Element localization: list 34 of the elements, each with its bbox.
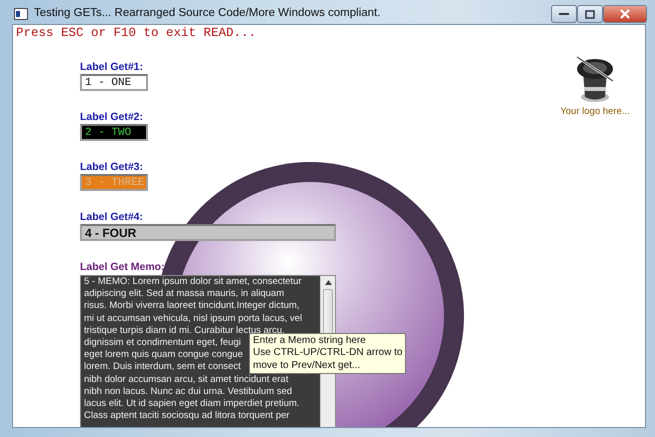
memo-line: eget lorem quis quam congue congue [84, 349, 243, 362]
tooltip-line: Use CTRL-UP/CTRL-DN arrow to [253, 347, 402, 360]
close-icon [620, 9, 630, 19]
memo-line: tristique turpis diam id mi. Curabitur lectus arcu, [84, 324, 285, 336]
minimize-button[interactable] [551, 5, 577, 23]
input-field[interactable]: 2 - TWO [80, 124, 148, 141]
field-label: Label Get#2: [80, 111, 144, 123]
field-label: Label Get Memo: [80, 261, 166, 273]
memo-line: risus. Morbi viverra laoreet tincidunt.Integer dictum, [84, 300, 300, 313]
window-title: Testing GETs... Rearranged Source Code/More Windows compliant. [34, 6, 380, 22]
status-message: Press ESC or F10 to exit READ... [15, 25, 258, 41]
scroll-up-icon[interactable] [325, 280, 332, 285]
tooltip-line: move to Prev/Next get... [253, 360, 362, 372]
memo-line: mi ut accumsan vehicula, nisl ipsum porta lacus, vel [84, 312, 302, 325]
maximize-icon [585, 10, 595, 18]
memo-line: lorem. Duis interdum, sem et consect [84, 361, 241, 374]
field-label: Label Get#1: [80, 61, 144, 73]
maximize-button[interactable] [577, 5, 603, 23]
input-field[interactable]: 4 - FOUR [80, 224, 336, 241]
field-label: Label Get#3: [80, 161, 144, 173]
app-icon [14, 8, 28, 20]
memo-line: nibh non lacus. Nunc ac dui urna. Vestibulum sed [84, 386, 292, 398]
memo-line: lacus elit. Ut id sapien eget diam imperdiet pretium. [84, 398, 300, 410]
close-button[interactable] [603, 5, 647, 23]
memo-line: adipiscing elit. Sed at massa mauris, in aliquam [84, 288, 284, 300]
logo-caption: Your logo here... [560, 105, 630, 119]
memo-line: nibh dolor accumsan arcu, sit amet tincidunt erat [84, 374, 288, 386]
minimize-icon [559, 12, 569, 16]
memo-line: 5 - MEMO: Lorem ipsum dolor sit amet, consectetur [84, 276, 302, 288]
field-label: Label Get#4: [80, 211, 144, 223]
input-field[interactable]: 1 - ONE [80, 74, 148, 91]
memo-line: dignissim et condimentum eget, feugi [84, 337, 241, 350]
tooltip-line: Enter a Memo string here [253, 335, 367, 348]
memo-line: Class aptent taciti sociosqu ad litora torquent per [84, 410, 290, 422]
